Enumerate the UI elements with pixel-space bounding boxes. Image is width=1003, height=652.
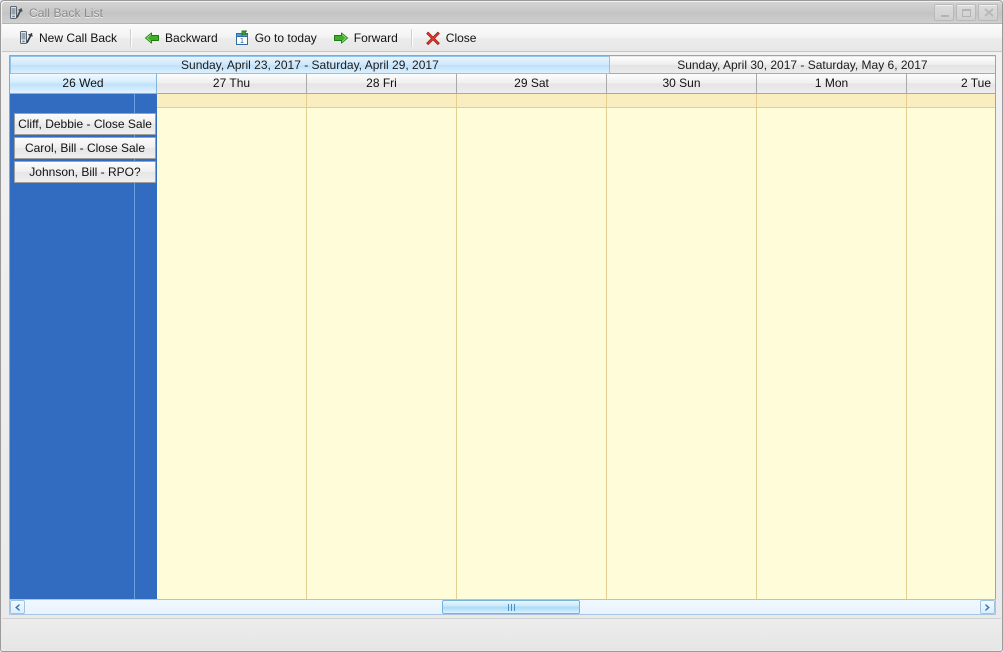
new-call-back-button[interactable]: New Call Back: [10, 27, 125, 49]
calendar-body: Cliff, Debbie - Close Sale Carol, Bill -…: [10, 94, 995, 614]
close-button[interactable]: Close: [417, 27, 485, 49]
day-column-1-mon[interactable]: [757, 94, 907, 614]
day-header-label: 2 Tue: [960, 76, 991, 90]
scroll-right-arrow[interactable]: [980, 600, 995, 614]
day-header-26-wed[interactable]: 26 Wed: [10, 74, 157, 94]
day-header-29-sat[interactable]: 29 Sat: [457, 74, 607, 94]
green-right-arrow-icon: [333, 30, 349, 46]
appointment-item[interactable]: Johnson, Bill - RPO?: [14, 161, 156, 183]
go-to-today-button[interactable]: 1 Go to today: [226, 27, 325, 49]
appointment-item[interactable]: Carol, Bill - Close Sale: [14, 137, 156, 159]
all-day-area[interactable]: [457, 94, 606, 108]
forward-button[interactable]: Forward: [325, 27, 406, 49]
green-left-arrow-icon: [144, 30, 160, 46]
all-day-area[interactable]: [607, 94, 756, 108]
backward-label: Backward: [165, 30, 218, 45]
callback-icon: [8, 5, 24, 21]
day-header-28-fri[interactable]: 28 Fri: [307, 74, 457, 94]
all-day-area[interactable]: [307, 94, 456, 108]
week-header-row: Sunday, April 23, 2017 - Saturday, April…: [10, 56, 995, 74]
title-bar[interactable]: Call Back List: [2, 2, 1002, 24]
new-call-back-icon: [18, 30, 34, 46]
toolbar: New Call Back Backward 1 Go to today For…: [2, 24, 1002, 52]
status-strip: [2, 618, 1001, 650]
all-day-area[interactable]: [757, 94, 906, 108]
week-header-2-label: Sunday, April 30, 2017 - Saturday, May 6…: [677, 58, 928, 72]
day-header-30-sun[interactable]: 30 Sun: [607, 74, 757, 94]
day-header-27-thu[interactable]: 27 Thu: [157, 74, 307, 94]
minimize-button[interactable]: [934, 4, 954, 21]
toolbar-separator-2: [410, 28, 412, 47]
horizontal-scroll-thumb[interactable]: [442, 600, 580, 614]
week-header-1[interactable]: Sunday, April 23, 2017 - Saturday, April…: [10, 56, 610, 74]
close-window-button[interactable]: [978, 4, 998, 21]
all-day-area[interactable]: [157, 94, 306, 108]
all-day-area[interactable]: [907, 94, 995, 108]
scroll-track[interactable]: [26, 600, 979, 614]
go-to-today-label: Go to today: [254, 30, 317, 45]
appointment-item[interactable]: Cliff, Debbie - Close Sale: [14, 113, 156, 135]
calendar-view: Sunday, April 23, 2017 - Saturday, April…: [9, 55, 996, 615]
red-x-icon: [425, 30, 441, 46]
toolbar-separator: [130, 28, 132, 47]
day-column-29-sat[interactable]: [457, 94, 607, 614]
call-back-list-window: Call Back List New Call Back Backward 1 …: [0, 0, 1003, 652]
window-controls: [934, 4, 998, 21]
svg-text:1: 1: [239, 37, 243, 45]
calendar-today-icon: 1: [234, 30, 250, 46]
day-header-label: 29 Sat: [514, 76, 549, 90]
close-label: Close: [445, 30, 477, 45]
day-header-label: 26 Wed: [62, 76, 104, 90]
day-header-label: 27 Thu: [212, 76, 251, 90]
day-header-row: 26 Wed 27 Thu 28 Fri 29 Sat 30 Sun 1 Mon…: [10, 74, 995, 94]
day-header-2-tue[interactable]: 2 Tue: [907, 74, 995, 94]
horizontal-scrollbar[interactable]: [9, 599, 996, 615]
chevron-right-icon: [985, 603, 990, 611]
forward-label: Forward: [353, 30, 398, 45]
day-column-2-tue[interactable]: [907, 94, 995, 614]
new-call-back-label: New Call Back: [39, 30, 118, 45]
day-column-27-thu[interactable]: [157, 94, 307, 614]
day-header-label: 30 Sun: [662, 76, 701, 90]
week-header-1-label: Sunday, April 23, 2017 - Saturday, April…: [181, 58, 439, 72]
day-header-label: 1 Mon: [814, 76, 849, 90]
scroll-left-arrow[interactable]: [10, 600, 25, 614]
day-column-26-wed[interactable]: Cliff, Debbie - Close Sale Carol, Bill -…: [10, 94, 157, 614]
window-title: Call Back List: [29, 5, 104, 20]
day-header-label: 28 Fri: [366, 76, 397, 90]
week-header-2[interactable]: Sunday, April 30, 2017 - Saturday, May 6…: [609, 56, 995, 74]
maximize-button[interactable]: [956, 4, 976, 21]
thumb-grip-icon: [507, 603, 515, 611]
day-column-30-sun[interactable]: [607, 94, 757, 614]
chevron-left-icon: [15, 603, 20, 611]
backward-button[interactable]: Backward: [136, 27, 226, 49]
day-column-28-fri[interactable]: [307, 94, 457, 614]
day-header-1-mon[interactable]: 1 Mon: [757, 74, 907, 94]
